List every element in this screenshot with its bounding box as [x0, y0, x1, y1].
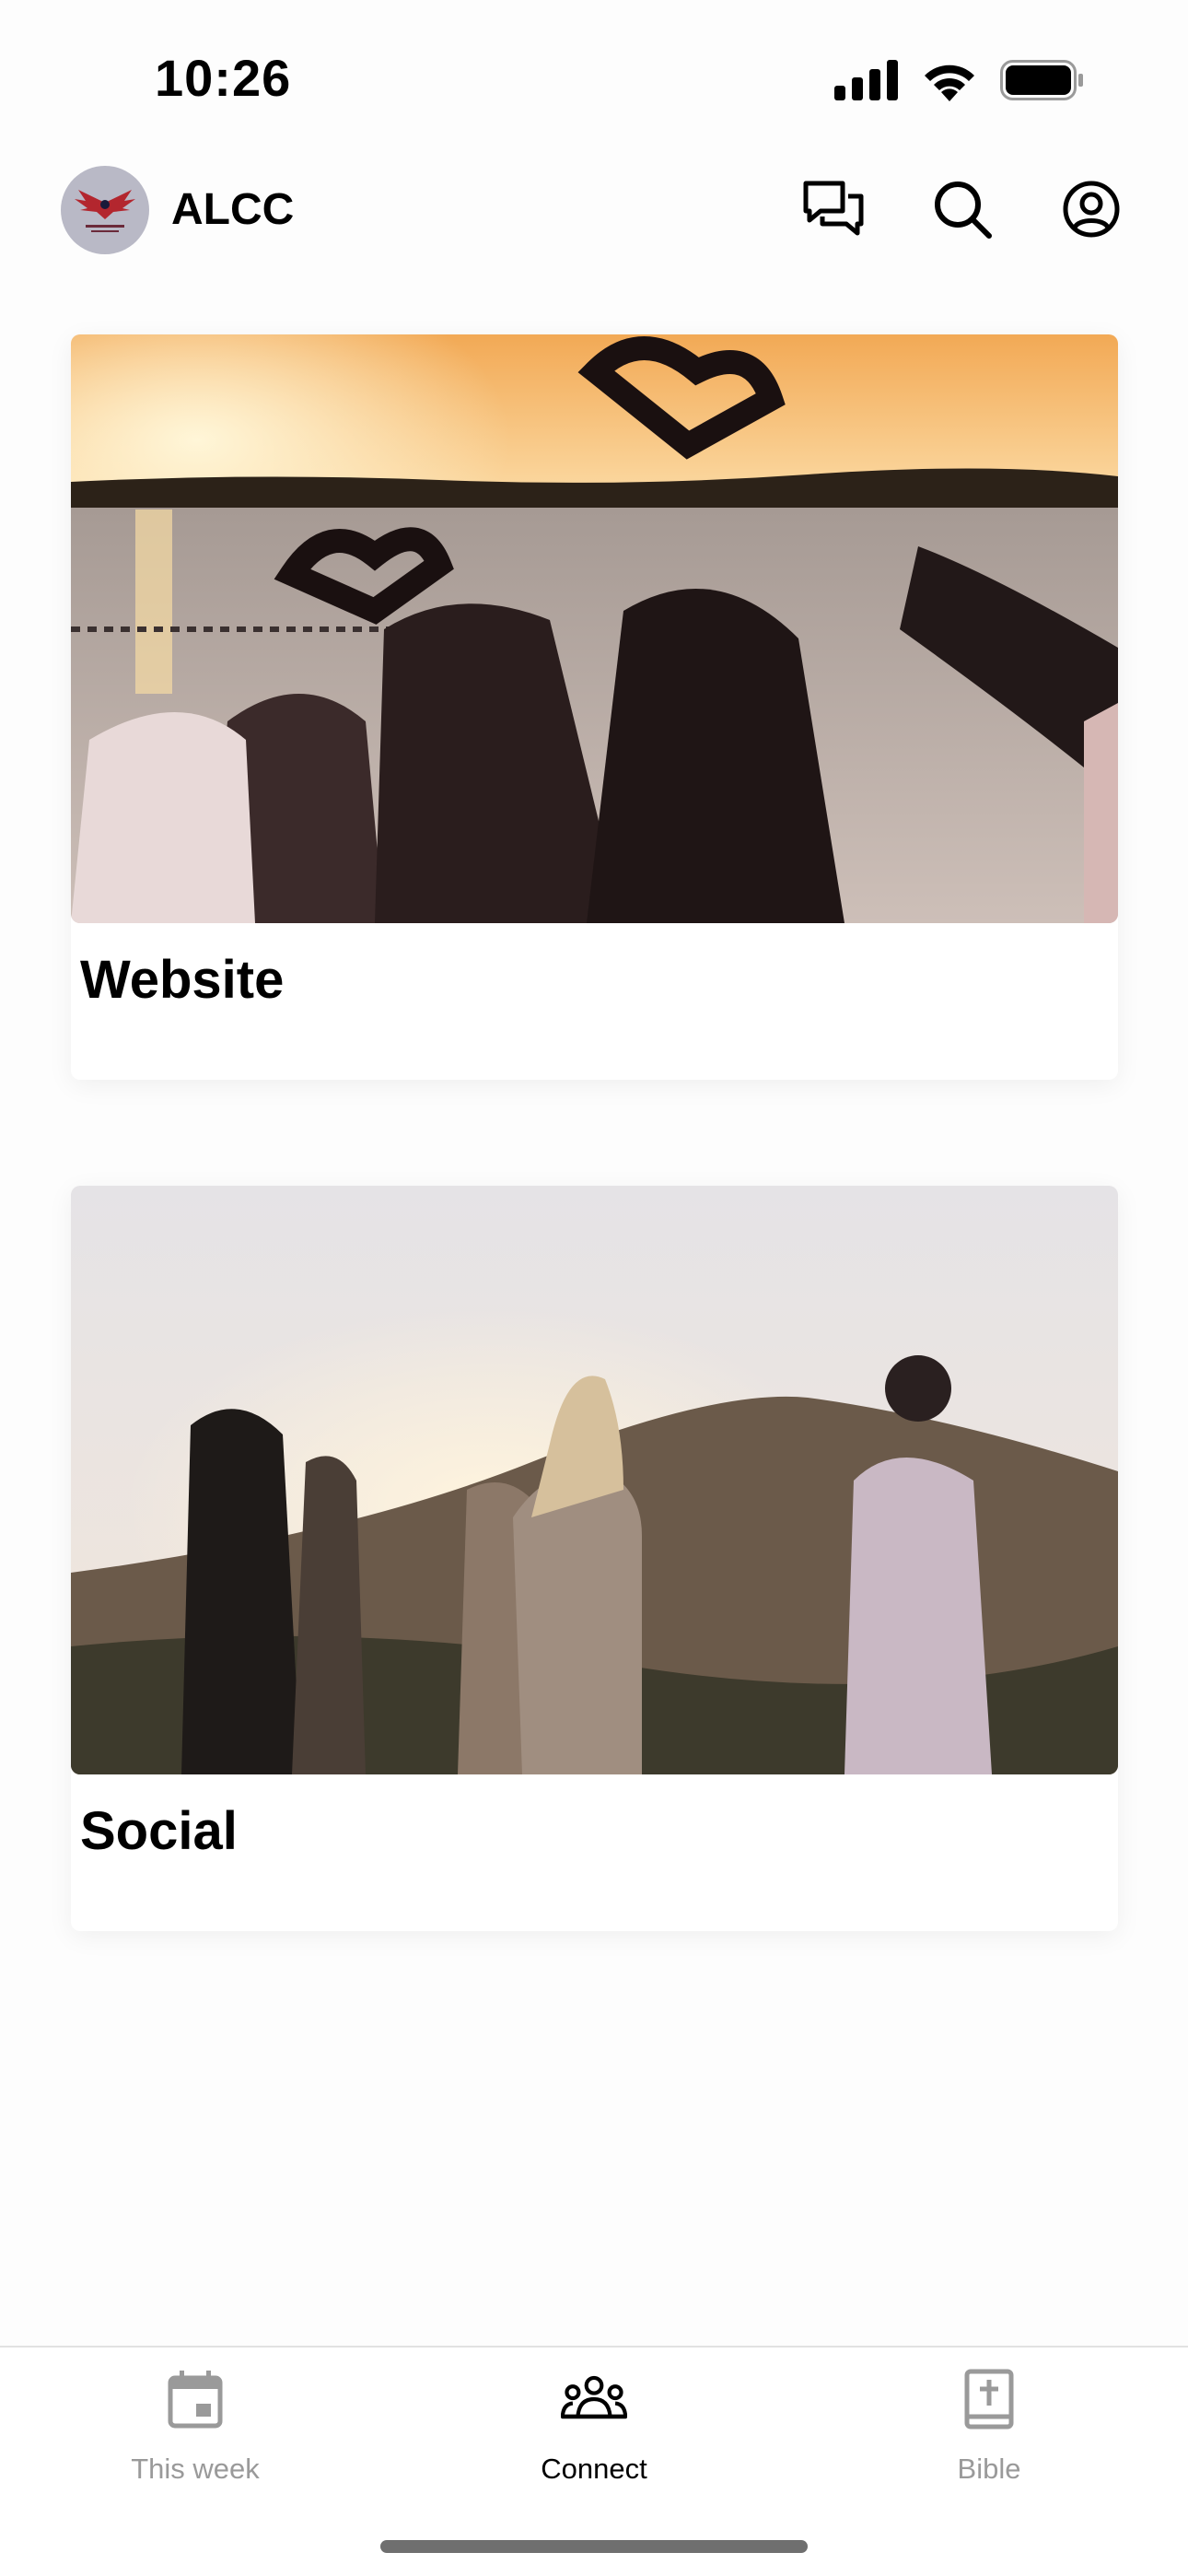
status-bar: 10:26 — [0, 0, 1188, 147]
profile-button[interactable] — [1059, 177, 1124, 241]
website-card-title: Website — [80, 950, 285, 1010]
app-header: ALCC — [0, 157, 1188, 263]
website-card-image — [71, 334, 1118, 923]
tab-this-week[interactable]: This week — [57, 2366, 333, 2486]
tab-connect[interactable]: Connect — [456, 2366, 732, 2486]
user-circle-icon — [1063, 181, 1120, 238]
wifi-icon — [925, 64, 974, 101]
tab-bible[interactable]: Bible — [851, 2366, 1127, 2486]
app-title: ALCC — [171, 185, 295, 234]
church-logo-avatar[interactable] — [61, 166, 149, 254]
battery-icon — [1000, 60, 1083, 100]
calendar-icon — [162, 2366, 228, 2432]
website-card[interactable]: Website — [71, 334, 1118, 1080]
messages-button[interactable] — [801, 177, 866, 241]
search-button[interactable] — [930, 177, 995, 241]
tab-this-week-label: This week — [131, 2453, 260, 2485]
cellular-signal-icon — [834, 60, 898, 100]
social-card-title: Social — [80, 1801, 238, 1861]
tab-connect-label: Connect — [541, 2453, 647, 2485]
sunset-friends-photo — [71, 334, 1118, 923]
home-indicator[interactable] — [380, 2540, 808, 2553]
connect-screen: 10:26 ALCC Website Social This week Conn… — [0, 0, 1188, 2576]
search-icon — [935, 181, 992, 239]
bible-icon — [956, 2366, 1022, 2432]
tab-bible-label: Bible — [957, 2453, 1021, 2485]
status-time: 10:26 — [155, 49, 292, 107]
status-icons — [834, 59, 1085, 101]
social-card[interactable]: Social — [71, 1186, 1118, 1931]
friends-hillside-photo — [71, 1186, 1118, 1774]
chat-bubbles-icon — [803, 181, 864, 236]
people-group-icon — [561, 2366, 627, 2432]
eagle-logo-icon — [75, 190, 135, 232]
header-actions — [801, 177, 1124, 241]
social-card-image — [71, 1186, 1118, 1774]
